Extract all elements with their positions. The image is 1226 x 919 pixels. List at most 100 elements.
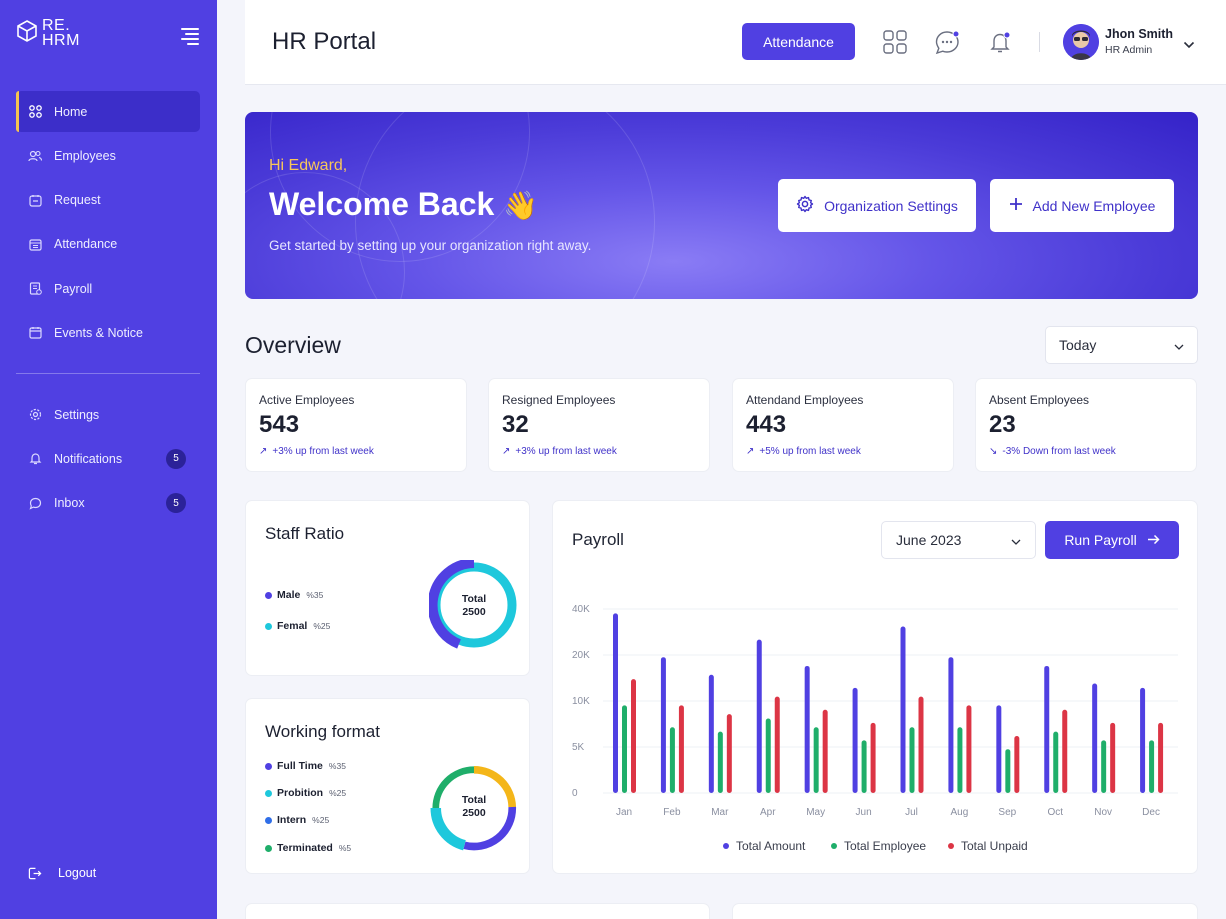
x-tick-label: Oct — [1047, 807, 1063, 818]
period-select-value: Today — [1059, 337, 1097, 353]
bottom-card-right — [732, 903, 1198, 919]
messages-icon[interactable] — [934, 29, 960, 55]
sidebar-divider — [16, 373, 200, 374]
chart-bar-total-unpaid[interactable] — [918, 696, 924, 793]
chart-bar-total-unpaid[interactable] — [1062, 709, 1068, 793]
organization-settings-button[interactable]: Organization Settings — [778, 179, 976, 232]
y-tick-label: 0 — [572, 788, 578, 799]
chart-bar-total-unpaid[interactable] — [966, 705, 972, 793]
avatar[interactable] — [1063, 24, 1099, 60]
trend-up-icon: ↗ — [502, 446, 511, 457]
arrow-right-icon — [1147, 532, 1160, 548]
chart-bar-total-employee[interactable] — [765, 718, 771, 793]
stat-label: Active Employees — [259, 393, 355, 407]
bell-icon[interactable] — [988, 29, 1014, 55]
x-tick-label: Mar — [711, 807, 729, 818]
chart-bar-total-unpaid[interactable] — [726, 714, 732, 793]
chart-bar-total-employee[interactable] — [1101, 740, 1107, 793]
trend-up-icon: ↗ — [259, 446, 268, 457]
legend-label: Total Unpaid — [961, 839, 1028, 853]
sidebar-item-settings[interactable]: Settings — [16, 394, 200, 435]
legend-dot — [831, 843, 837, 849]
chart-bar-total-employee[interactable] — [622, 705, 627, 793]
bell-icon — [28, 452, 42, 466]
sidebar-item-attendance[interactable]: Attendance — [16, 224, 200, 265]
chart-bar-total-unpaid[interactable] — [1014, 736, 1020, 793]
chart-bar-total-employee[interactable] — [717, 731, 723, 793]
stat-label: Attendand Employees — [746, 393, 864, 407]
sidebar-item-request[interactable]: Request — [16, 180, 200, 221]
sidebar-item-payroll[interactable]: Payroll — [16, 268, 200, 309]
chart-bar-total-employee[interactable] — [1005, 749, 1011, 793]
chart-bar-total-amount[interactable] — [804, 665, 810, 793]
chart-bar-total-amount[interactable] — [852, 687, 858, 793]
legend-item: Intern %25 — [265, 814, 329, 826]
apps-grid-icon[interactable] — [882, 29, 908, 55]
chart-bar-total-unpaid[interactable] — [1110, 722, 1116, 793]
logout-button[interactable]: Logout — [28, 866, 96, 880]
sidebar-item-employees[interactable]: Employees — [16, 135, 200, 176]
stat-card-absent: Absent Employees 23 ↘ -3% Down from last … — [975, 378, 1197, 472]
trend-down-icon: ↘ — [989, 446, 998, 457]
chart-bar-total-unpaid[interactable] — [774, 696, 780, 793]
legend-item: Terminated %5 — [265, 842, 351, 854]
month-select[interactable]: June 2023 — [881, 521, 1036, 559]
sidebar-item-notifications[interactable]: Notifications 5 — [16, 438, 200, 479]
plus-icon — [1009, 197, 1023, 214]
chart-bar-total-amount[interactable] — [613, 613, 618, 793]
stat-delta-text: -3% Down from last week — [1002, 446, 1116, 457]
stat-value: 543 — [259, 411, 300, 438]
attendance-button[interactable]: Attendance — [742, 23, 855, 60]
donut-center-value: 2500 — [462, 807, 486, 819]
chart-bar-total-unpaid[interactable] — [678, 705, 684, 793]
legend-item: Probition %25 — [265, 787, 346, 799]
chart-bar-total-unpaid[interactable] — [870, 722, 876, 793]
donut-center-label: Total 2500 — [429, 593, 519, 619]
stat-delta-text: +3% up from last week — [515, 446, 617, 457]
chart-bar-total-amount[interactable] — [1044, 665, 1050, 793]
chart-bar-total-employee[interactable] — [813, 727, 819, 793]
chart-bar-total-amount[interactable] — [948, 657, 954, 793]
chat-icon — [28, 496, 42, 510]
chart-bar-total-employee[interactable] — [1149, 740, 1155, 793]
chart-bar-total-employee[interactable] — [1053, 731, 1059, 793]
stat-card-resigned: Resigned Employees 32 ↗ +3% up from last … — [488, 378, 710, 472]
legend-dot — [265, 762, 272, 770]
chart-bar-total-amount[interactable] — [1092, 683, 1098, 793]
welcome-banner: Hi Edward, Welcome Back 👋 Get started by… — [245, 112, 1198, 299]
run-payroll-button[interactable]: Run Payroll — [1045, 521, 1179, 559]
chart-bar-total-amount[interactable] — [900, 626, 906, 793]
chart-bar-total-employee[interactable] — [957, 727, 963, 793]
x-tick-label: Sep — [998, 807, 1016, 818]
chart-bar-total-employee[interactable] — [669, 727, 675, 793]
banner-greeting: Hi Edward, — [269, 157, 348, 174]
period-select[interactable]: Today — [1045, 326, 1198, 364]
legend-percent: %25 — [329, 788, 347, 798]
menu-toggle-icon[interactable] — [181, 28, 199, 48]
chart-bar-total-unpaid[interactable] — [1158, 722, 1164, 793]
sidebar-item-label: Payroll — [54, 281, 93, 296]
chart-bar-total-amount[interactable] — [996, 705, 1002, 793]
add-new-employee-button[interactable]: Add New Employee — [990, 179, 1174, 232]
chart-bar-total-unpaid[interactable] — [631, 679, 636, 793]
brand-logo[interactable]: RE. HRM — [16, 18, 82, 49]
sidebar-item-home[interactable]: Home — [16, 91, 200, 132]
chart-legend-item: Total Employee — [831, 839, 926, 853]
legend-label: Total Amount — [736, 839, 806, 853]
legend-percent: %5 — [338, 843, 352, 853]
chart-bar-total-unpaid[interactable] — [822, 709, 828, 793]
chart-bar-total-amount[interactable] — [708, 674, 714, 793]
sidebar-item-inbox[interactable]: Inbox 5 — [16, 483, 200, 524]
legend-label: Femal — [277, 620, 308, 632]
overview-title: Overview — [245, 332, 341, 358]
chart-bar-total-employee[interactable] — [909, 727, 915, 793]
stat-card-active: Active Employees 543 ↗ +3% up from last w… — [245, 378, 467, 472]
staff-ratio-card: Staff Ratio Male %35 Femal %25 Total 250… — [245, 500, 530, 676]
y-tick-label: 20K — [572, 650, 590, 661]
chart-bar-total-employee[interactable] — [861, 740, 867, 793]
chart-bar-total-amount[interactable] — [756, 639, 762, 793]
chart-bar-total-amount[interactable] — [660, 657, 666, 793]
chevron-down-icon[interactable] — [1183, 36, 1195, 54]
chart-bar-total-amount[interactable] — [1140, 687, 1146, 793]
sidebar-item-events[interactable]: Events & Notice — [16, 312, 200, 353]
